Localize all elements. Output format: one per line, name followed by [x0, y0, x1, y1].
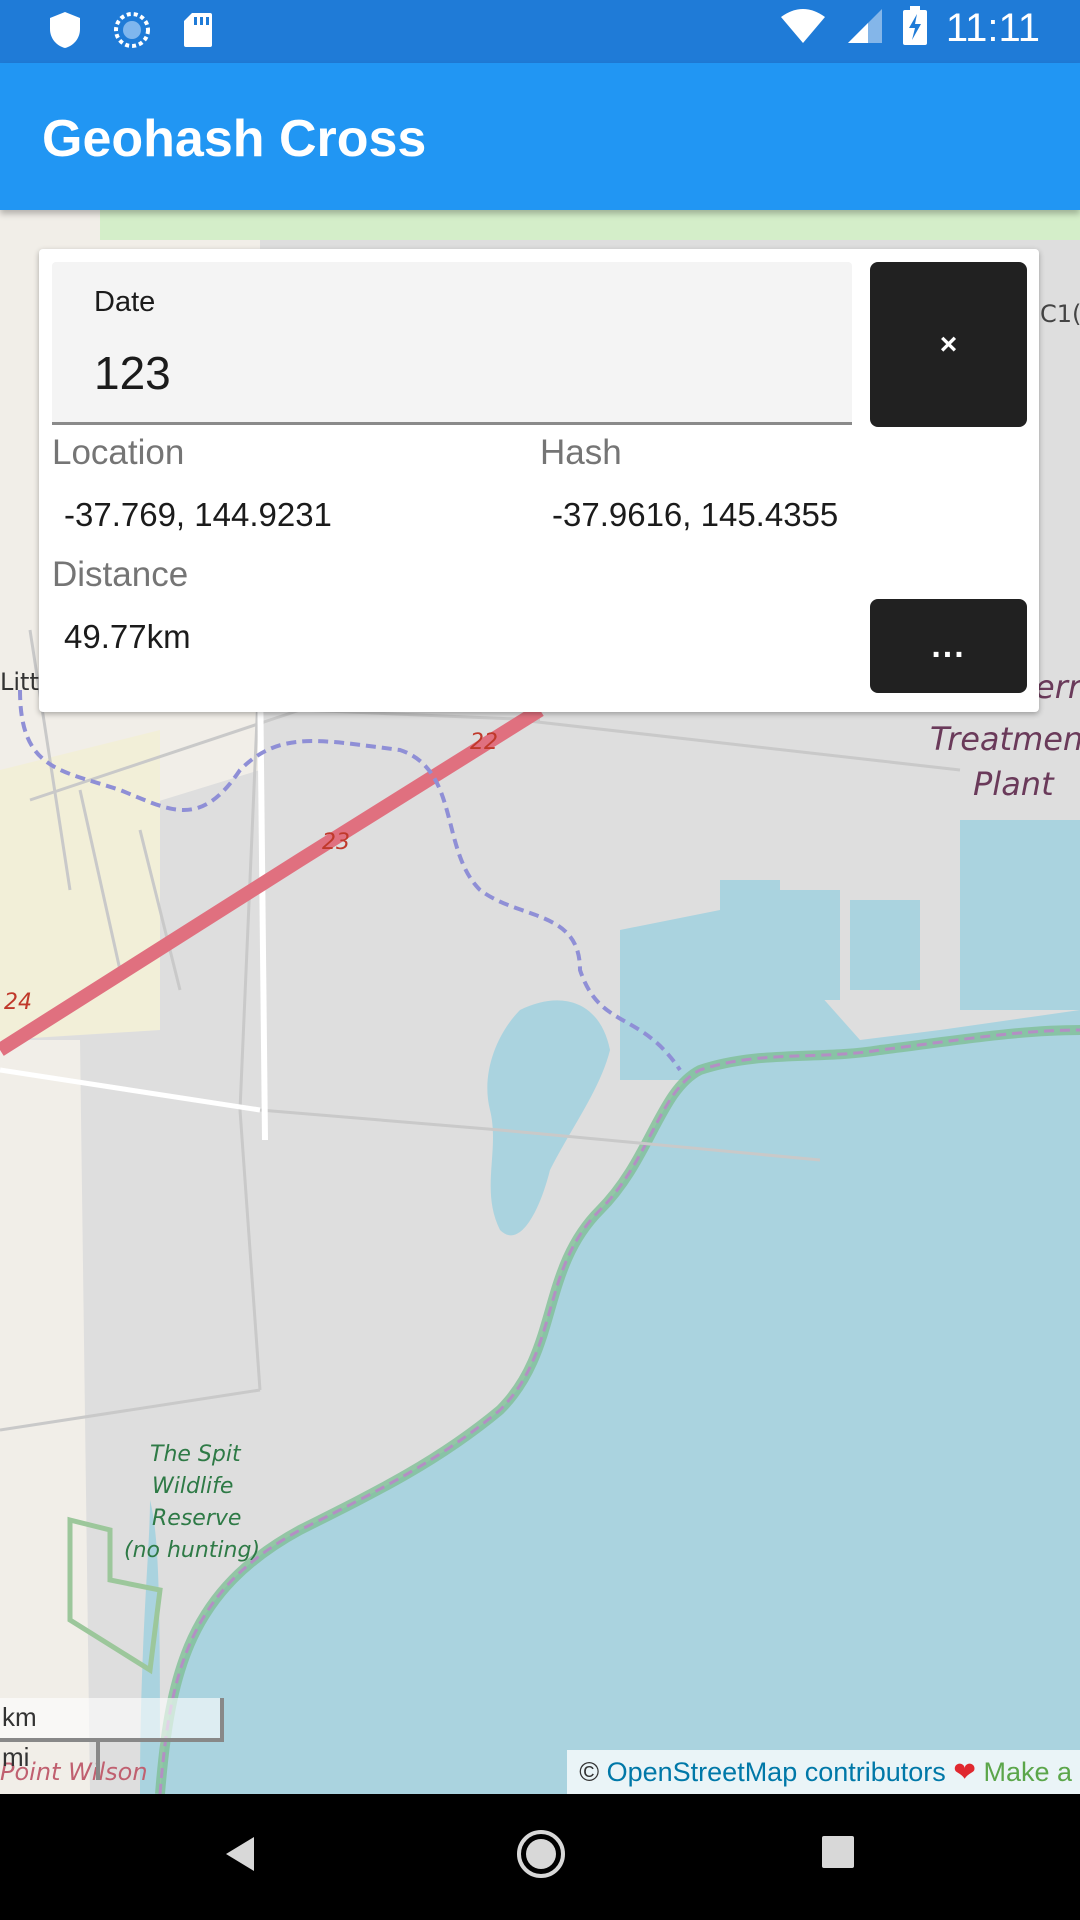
- home-icon[interactable]: [515, 1828, 567, 1885]
- scale-mi-label: mi: [2, 1742, 30, 1772]
- place-label-litt: Litt: [0, 668, 39, 696]
- shield-icon: [48, 10, 82, 55]
- osm-contributors-link[interactable]: OpenStreetMap contributors: [607, 1757, 946, 1787]
- close-icon: ×: [939, 327, 958, 361]
- date-label: Date: [94, 286, 156, 318]
- back-icon[interactable]: [222, 1834, 258, 1879]
- close-button[interactable]: ×: [870, 262, 1027, 427]
- road-label-23: 23: [322, 830, 350, 855]
- hash-value: -37.9616, 145.4355: [552, 496, 839, 533]
- make-a-link[interactable]: Make a: [983, 1757, 1072, 1787]
- navigation-bar: [0, 1794, 1080, 1920]
- app-bar: Geohash Cross: [0, 63, 1080, 210]
- park-label-1: The Spit: [150, 1442, 241, 1467]
- distance-value: 49.77km: [64, 618, 191, 655]
- park-label-2: Wildlife: [152, 1474, 234, 1499]
- place-label-treatment-1: err: [1035, 668, 1080, 706]
- signal-icon: [844, 7, 884, 50]
- date-field[interactable]: Date 123: [52, 262, 852, 425]
- battery-charging-icon: [902, 6, 928, 51]
- hash-label: Hash: [540, 433, 622, 472]
- copyright-symbol: ©: [579, 1757, 600, 1787]
- heart-icon: ❤: [953, 1757, 976, 1787]
- recents-icon[interactable]: [820, 1834, 856, 1875]
- road-label-22: 22: [470, 730, 498, 755]
- distance-label: Distance: [52, 555, 189, 594]
- scale-bar-km: km: [0, 1698, 224, 1742]
- scale-bar-mi: mi: [0, 1740, 100, 1780]
- location-value: -37.769, 144.9231: [64, 496, 332, 533]
- map-attribution: © OpenStreetMap contributors ❤ Make a: [567, 1750, 1080, 1794]
- status-bar: 11:11: [0, 0, 1080, 63]
- location-label: Location: [52, 433, 185, 472]
- sd-card-icon: [182, 11, 214, 54]
- place-label-treatment-3: Plant: [973, 765, 1054, 803]
- scale-km-label: km: [2, 1702, 37, 1732]
- park-label-4: (no hunting): [124, 1538, 261, 1563]
- place-label-treatment-2: Treatmen: [930, 720, 1080, 758]
- date-input[interactable]: 123: [94, 346, 171, 400]
- road-label-24: 24: [4, 990, 32, 1015]
- wifi-icon: [780, 7, 826, 50]
- sync-icon: [112, 10, 152, 55]
- app-title: Geohash Cross: [42, 110, 427, 168]
- status-time: 11:11: [945, 6, 1040, 50]
- park-label-3: Reserve: [152, 1506, 242, 1531]
- geohash-info-card: Date 123 × Location -37.769, 144.9231 Ha…: [39, 249, 1039, 712]
- more-label: ...: [931, 626, 966, 665]
- road-label-c1: C1(: [1040, 300, 1080, 328]
- more-options-button[interactable]: ...: [870, 599, 1027, 693]
